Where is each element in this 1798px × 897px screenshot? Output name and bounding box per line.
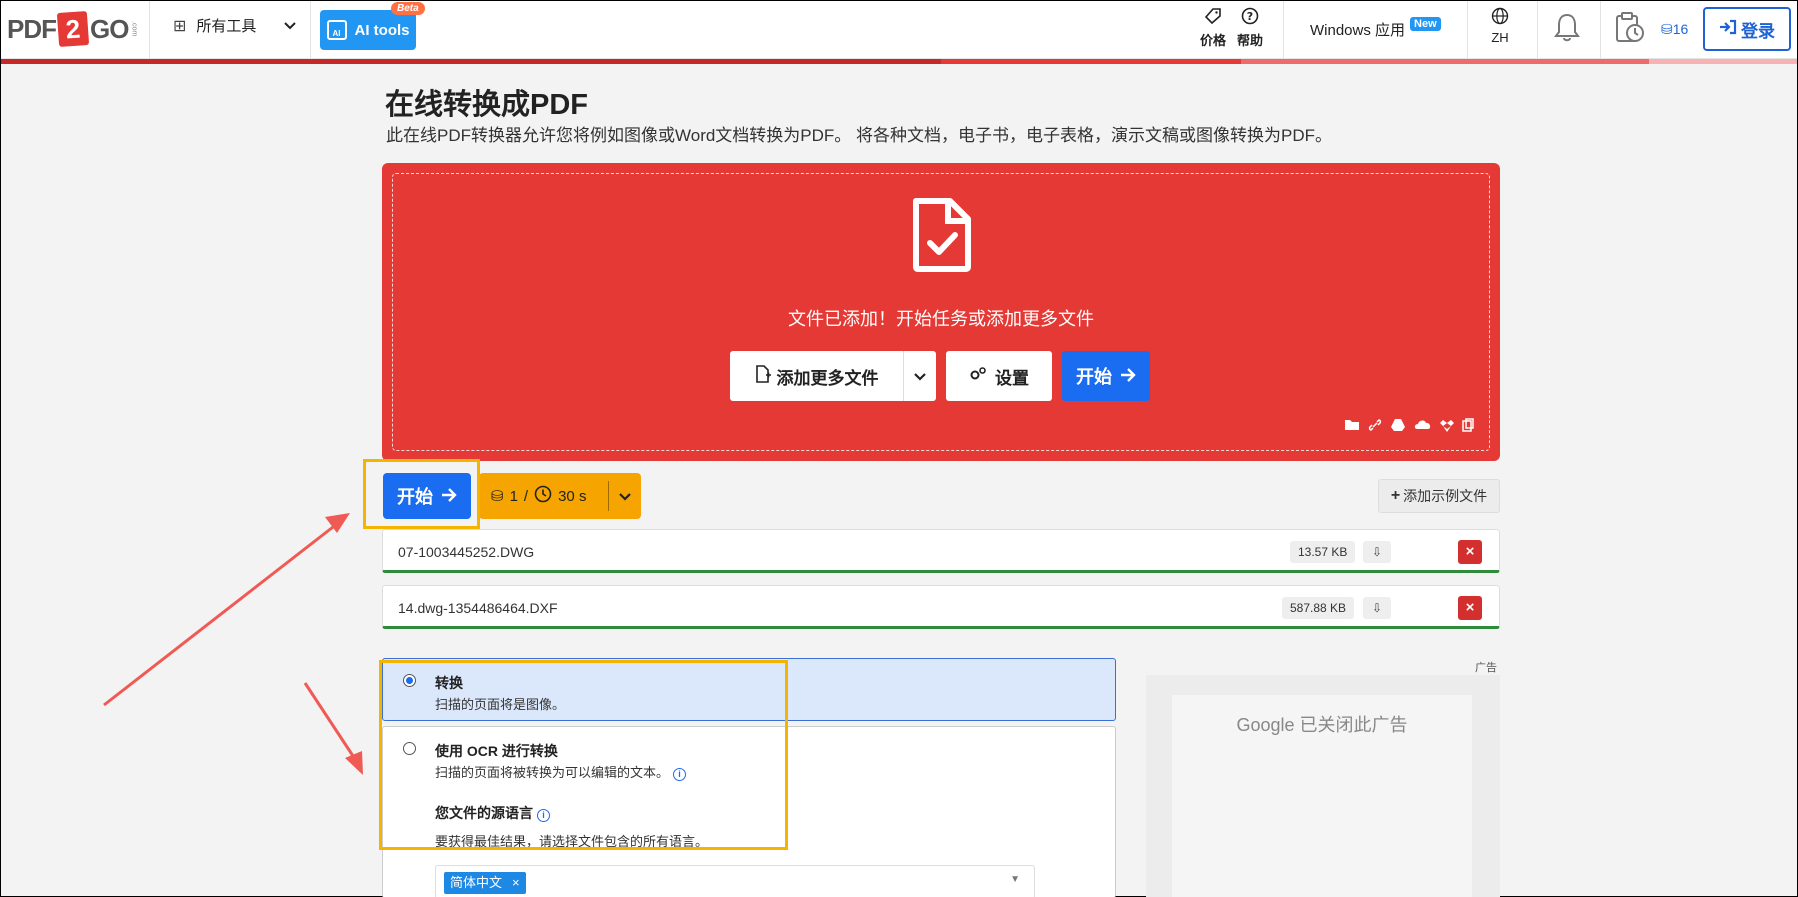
annotation-arrows [103,513,363,775]
annotation-arrow [103,513,350,707]
annotation-arrow [303,682,363,775]
